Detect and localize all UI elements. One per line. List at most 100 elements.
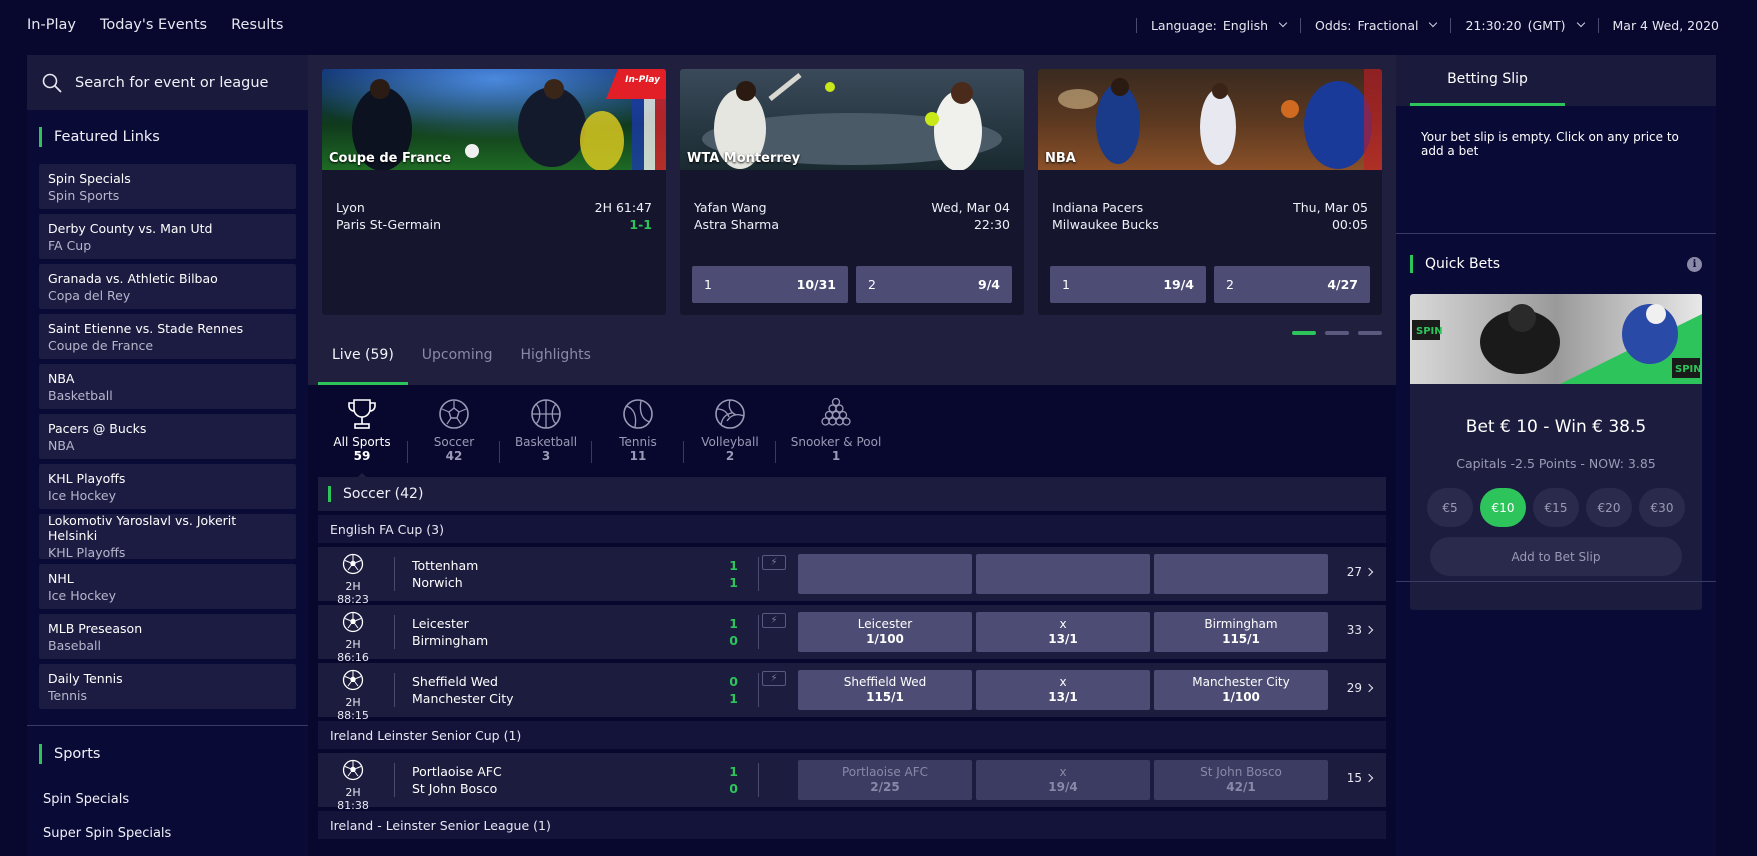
search-input[interactable]: Search for event or league — [75, 75, 268, 91]
sport-filter-soccer[interactable]: Soccer 42 — [408, 395, 500, 475]
betslip-empty-message: Your bet slip is empty. Click on any pri… — [1421, 130, 1679, 158]
odds-button-away[interactable] — [1154, 554, 1328, 594]
nav-todays-events[interactable]: Today's Events — [100, 17, 207, 33]
match-date: Wed, Mar 04 — [931, 200, 1010, 215]
link-title: Lokomotiv Yaroslavl vs. Jokerit Helsinki — [48, 513, 237, 543]
stake-button-selected[interactable]: €10 — [1480, 488, 1526, 527]
odds-button-home[interactable]: Sheffield Wed 115/1 — [798, 670, 972, 710]
odds-button-away[interactable]: St John Bosco 42/1 — [1154, 760, 1328, 800]
sport-link[interactable]: Super Spin Specials — [27, 816, 308, 850]
more-markets-link[interactable]: 33 — [1347, 623, 1374, 637]
sport-filter-snooker[interactable]: Snooker & Pool 1 — [776, 395, 896, 475]
sport-count: 42 — [445, 449, 463, 463]
accent-bar — [39, 744, 42, 764]
chevron-down-icon — [1429, 18, 1438, 28]
featured-link[interactable]: Pacers @ Bucks NBA — [39, 414, 296, 459]
odds-button[interactable]: 1 19/4 — [1050, 266, 1206, 303]
carousel-dot[interactable] — [1358, 331, 1382, 335]
language-label: Language: — [1150, 17, 1217, 33]
sport-filter-basketball[interactable]: Basketball 3 — [500, 395, 592, 475]
add-to-betslip-button[interactable]: Add to Bet Slip — [1430, 537, 1682, 576]
odds-button-draw[interactable]: x 13/1 — [976, 670, 1150, 710]
carousel-dot[interactable] — [1325, 331, 1349, 335]
time-select[interactable]: 21:30:20 (GMT) — [1450, 17, 1597, 33]
more-markets-link[interactable]: 15 — [1346, 771, 1374, 785]
featured-link[interactable]: Granada vs. Athletic Bilbao Copa del Rey — [39, 264, 296, 309]
sport-filters: All Sports 59 Soccer 42 Basketball 3 Ten… — [316, 395, 896, 479]
team-away: Astra Sharma — [694, 217, 780, 232]
tab-live[interactable]: Live (59) — [318, 347, 408, 385]
league-header[interactable]: English FA Cup (3) — [318, 515, 1386, 543]
tab-betting-slip[interactable]: Betting Slip — [1410, 55, 1565, 106]
event-row[interactable]: 2H 88:23 Tottenham Norwich 11 ⚡ 27 — [318, 547, 1386, 606]
featured-link[interactable]: KHL Playoffs Ice Hockey — [39, 464, 296, 509]
featured-card[interactable]: In-Play Coupe de France Lyon 2H 61:47 Par… — [322, 69, 666, 315]
odds-button[interactable]: 2 4/27 — [1214, 266, 1370, 303]
score-away: 0 — [729, 781, 738, 796]
odds-button-draw[interactable]: x 13/1 — [976, 612, 1150, 652]
featured-link[interactable]: Lokomotiv Yaroslavl vs. Jokerit Helsinki… — [39, 513, 296, 560]
stake-button[interactable]: €15 — [1533, 488, 1579, 527]
odds-select[interactable]: Odds: Fractional — [1300, 17, 1450, 33]
odds-button-draw[interactable]: x 19/4 — [976, 760, 1150, 800]
more-markets-link[interactable]: 27 — [1347, 565, 1374, 579]
league-header[interactable]: Ireland - Leinster Senior League (1) — [318, 811, 1386, 839]
sport-filter-volleyball[interactable]: Volleyball 2 — [684, 395, 776, 475]
carousel-dot[interactable] — [1292, 331, 1316, 335]
card-image: WTA Monterrey — [680, 69, 1024, 171]
featured-card[interactable]: WTA Monterrey Yafan Wang Wed, Mar 04 Astr… — [680, 69, 1024, 315]
link-subtitle: Ice Hockey — [48, 587, 117, 603]
odds-button-home[interactable]: Portlaoise AFC 2/25 — [798, 760, 972, 800]
link-title: Daily Tennis — [48, 670, 123, 686]
link-subtitle: Coupe de France — [48, 337, 154, 353]
stake-button[interactable]: €20 — [1586, 488, 1632, 527]
odds-button[interactable]: 2 9/4 — [856, 266, 1012, 303]
soccer-ball-icon — [342, 553, 364, 575]
soccer-section-header[interactable]: Soccer (42) — [318, 477, 1386, 511]
score-home: 1 — [729, 558, 738, 573]
odds-label: 2 — [868, 277, 876, 292]
event-time: 2H 88:23 — [337, 580, 369, 606]
odds-label: 2 — [1226, 277, 1234, 292]
sport-filter-tennis[interactable]: Tennis 11 — [592, 395, 684, 475]
language-select[interactable]: Language: English — [1135, 17, 1300, 33]
info-icon[interactable]: i — [1687, 257, 1702, 272]
odds-button-home[interactable]: Leicester 1/100 — [798, 612, 972, 652]
stake-button[interactable]: €30 — [1639, 488, 1685, 527]
odds-button-draw[interactable] — [976, 554, 1150, 594]
tab-upcoming[interactable]: Upcoming — [408, 347, 507, 385]
tab-highlights[interactable]: Highlights — [506, 347, 605, 385]
soccer-ball-icon — [439, 399, 469, 429]
markets-count: 15 — [1346, 771, 1362, 785]
featured-link[interactable]: Saint Etienne vs. Stade Rennes Coupe de F… — [39, 314, 296, 359]
odds-button-home[interactable] — [798, 554, 972, 594]
nav-inplay[interactable]: In-Play — [27, 17, 76, 33]
more-markets-link[interactable]: 29 — [1347, 681, 1374, 695]
search-bar[interactable]: Search for event or league — [27, 55, 308, 110]
league-header[interactable]: Ireland Leinster Senior Cup (1) — [318, 721, 1386, 749]
featured-card[interactable]: NBA Indiana Pacers Thu, Mar 05 Milwaukee … — [1038, 69, 1382, 315]
divider — [758, 763, 759, 797]
event-row[interactable]: 2H 86:16 Leicester Birmingham 10 ⚡ Leices… — [318, 605, 1386, 664]
event-row[interactable]: 2H 81:38 Portlaoise AFC St John Bosco 10 … — [318, 753, 1386, 812]
featured-link[interactable]: NBA Basketball — [39, 364, 296, 409]
featured-link[interactable]: Derby County vs. Man Utd FA Cup — [39, 214, 296, 259]
odds-button[interactable]: 1 10/31 — [692, 266, 848, 303]
featured-link[interactable]: Daily Tennis Tennis — [39, 664, 296, 709]
odds-button-away[interactable]: Manchester City 1/100 — [1154, 670, 1328, 710]
sport-filter-all[interactable]: All Sports 59 — [316, 395, 408, 479]
match-score: 1-1 — [629, 217, 652, 232]
event-row[interactable]: 2H 88:15 Sheffield Wed Manchester City 01… — [318, 663, 1386, 722]
volleyball-icon — [715, 399, 745, 429]
featured-link[interactable]: MLB Preseason Baseball — [39, 614, 296, 659]
score-away: 1 — [729, 691, 738, 706]
odds-button-away[interactable]: Birmingham 115/1 — [1154, 612, 1328, 652]
team-away: Manchester City — [412, 691, 514, 706]
featured-link[interactable]: NHL Ice Hockey — [39, 564, 296, 609]
sport-link[interactable]: Spin Specials — [27, 782, 308, 816]
nav-results[interactable]: Results — [231, 17, 283, 33]
featured-link[interactable]: Spin Specials Spin Sports — [39, 164, 296, 209]
stake-button[interactable]: €5 — [1427, 488, 1473, 527]
match-time: 2H 61:47 — [594, 200, 652, 215]
event-score: 10 — [718, 763, 738, 797]
